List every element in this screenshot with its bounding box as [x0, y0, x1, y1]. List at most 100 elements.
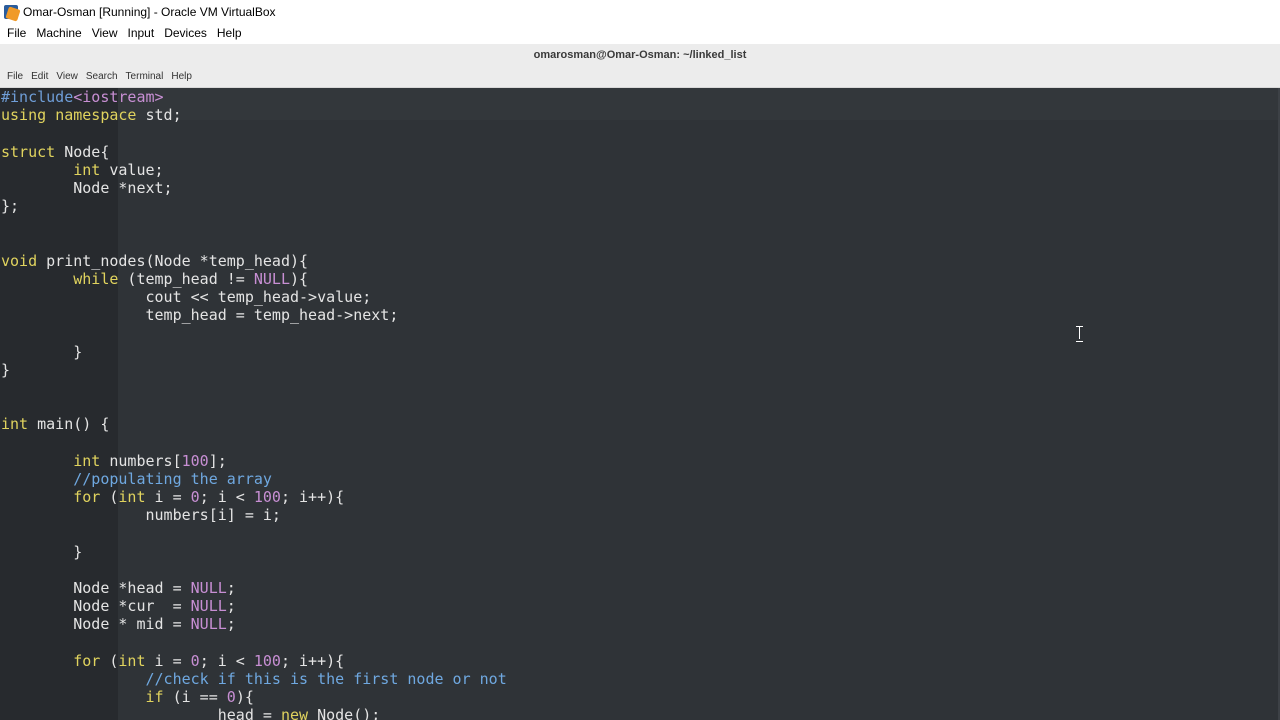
code-token: Node *head = — [1, 579, 191, 598]
code-line: int main() { — [1, 415, 507, 433]
code-token: while — [73, 269, 119, 288]
code-token: 0 — [226, 688, 236, 707]
code-line: } — [1, 543, 507, 561]
code-token: ( — [100, 488, 119, 507]
code-token: Node(); — [308, 706, 381, 720]
terminal-menu-view[interactable]: View — [52, 66, 82, 88]
virtualbox-app-icon — [3, 4, 21, 22]
code-token: int — [118, 651, 146, 670]
code-line: temp_head = temp_head->next; — [1, 306, 507, 324]
host-menu-file[interactable]: File — [2, 23, 31, 44]
host-menu-bar: File Machine View Input Devices Help — [0, 23, 1280, 44]
code-token: if — [145, 688, 164, 707]
code-line: numbers[i] = i; — [1, 506, 507, 524]
code-token: ]; — [208, 451, 227, 470]
host-menu-help[interactable]: Help — [212, 23, 247, 44]
terminal-menu-edit[interactable]: Edit — [27, 66, 52, 88]
terminal-area[interactable]: #include<iostream> using namespace std; s… — [0, 88, 1280, 720]
code-editor[interactable]: #include<iostream> using namespace std; s… — [1, 88, 507, 720]
code-token: namespace — [55, 106, 137, 125]
terminal-menu-search[interactable]: Search — [82, 66, 122, 88]
code-token: <iostream> — [73, 88, 164, 106]
code-token: (i == — [163, 688, 227, 707]
code-token: } — [1, 360, 11, 379]
code-token: Node *cur = — [1, 597, 191, 616]
code-token: new — [280, 706, 309, 720]
code-line: struct Node{ — [1, 143, 507, 161]
code-token: NULL — [190, 579, 227, 598]
code-line: } — [1, 361, 507, 379]
code-token: for — [73, 488, 101, 507]
code-token: } — [1, 542, 83, 561]
code-token: int — [73, 451, 101, 470]
code-token: Node * mid = — [1, 615, 191, 634]
code-token: ; i++){ — [280, 651, 345, 670]
code-token: temp_head = temp_head->next; — [1, 306, 399, 325]
code-line: void print_nodes(Node *temp_head){ — [1, 252, 507, 270]
code-token: }; — [1, 197, 20, 216]
code-token: head = — [1, 706, 281, 720]
code-token: int — [73, 160, 101, 179]
code-token: (temp_head != — [118, 269, 254, 288]
code-line: //populating the array — [1, 470, 507, 488]
code-token: ){ — [235, 688, 254, 707]
code-token: void — [1, 251, 38, 270]
terminal-menu-help[interactable]: Help — [167, 66, 196, 88]
code-token: ; i < — [199, 488, 254, 507]
code-token: ; — [226, 615, 236, 634]
code-token: 0 — [190, 488, 200, 507]
terminal-title-bar: omarosman@Omar-Osman: ~/linked_list — [0, 44, 1280, 66]
host-menu-view[interactable]: View — [87, 23, 123, 44]
host-menu-machine[interactable]: Machine — [31, 23, 86, 44]
code-token: numbers[ — [100, 451, 182, 470]
terminal-menu-file[interactable]: File — [3, 66, 27, 88]
text-cursor-icon — [1076, 326, 1084, 342]
code-token: Node{ — [55, 142, 110, 161]
code-token: numbers[i] = i; — [1, 506, 281, 525]
code-token: i = — [145, 488, 191, 507]
code-token: int — [118, 488, 146, 507]
code-token: struct — [1, 142, 56, 161]
code-token: NULL — [253, 269, 290, 288]
code-line: while (temp_head != NULL){ — [1, 270, 507, 288]
code-token: 100 — [181, 451, 209, 470]
host-window-title: Omar-Osman [Running] - Oracle VM Virtual… — [23, 4, 276, 19]
code-token: ){ — [290, 269, 309, 288]
code-line: #include<iostream> — [1, 88, 507, 106]
code-line: } — [1, 343, 507, 361]
code-line: using namespace std; — [1, 106, 507, 124]
host-title-bar: Omar-Osman [Running] - Oracle VM Virtual… — [0, 0, 1280, 23]
code-token: main() { — [28, 415, 110, 434]
code-token: ; — [226, 579, 236, 598]
code-line: if (i == 0){ — [1, 688, 507, 706]
code-line: Node * mid = NULL; — [1, 615, 507, 633]
code-line: Node *next; — [1, 179, 507, 197]
code-token: 100 — [253, 488, 281, 507]
code-token: std; — [136, 106, 182, 125]
host-menu-devices[interactable]: Devices — [159, 23, 212, 44]
host-menu-input[interactable]: Input — [123, 23, 160, 44]
code-line: for (int i = 0; i < 100; i++){ — [1, 652, 507, 670]
code-token: ; i++){ — [280, 488, 345, 507]
code-token: } — [1, 342, 83, 361]
terminal-menu-terminal[interactable]: Terminal — [122, 66, 168, 88]
code-token: print_nodes(Node *temp_head){ — [37, 251, 309, 270]
code-token: ; i < — [199, 651, 254, 670]
code-token: ( — [100, 651, 119, 670]
code-token: i = — [145, 651, 191, 670]
code-token: 0 — [190, 651, 200, 670]
